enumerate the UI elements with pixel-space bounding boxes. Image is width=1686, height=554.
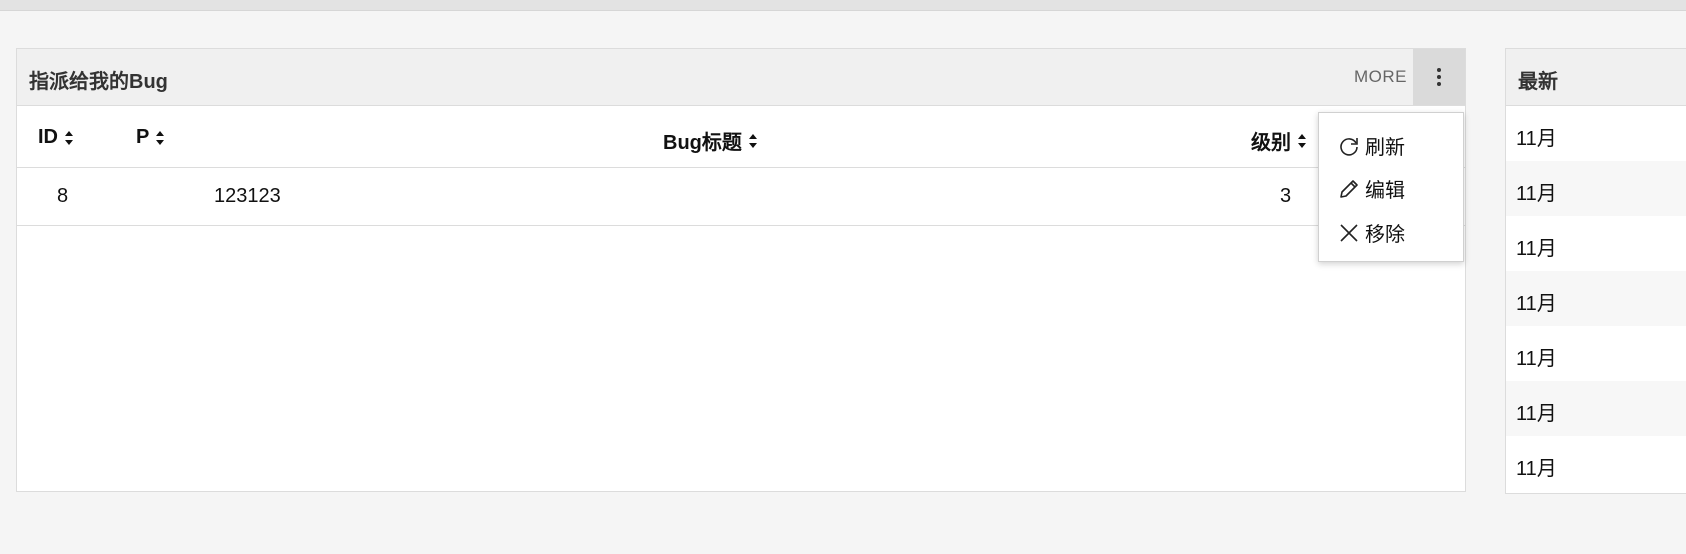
menu-item-label: 移除 <box>1365 224 1405 246</box>
sort-icon <box>156 130 165 145</box>
list-item-date: 11月 <box>1516 458 1557 480</box>
column-header-label: ID <box>38 126 58 148</box>
table-row[interactable]: 8 123123 3 <box>17 168 1465 226</box>
sort-icon <box>1298 133 1306 148</box>
list-item[interactable]: 11月 <box>1506 106 1686 161</box>
panel-header: 指派给我的Bug MORE <box>17 49 1465 106</box>
kebab-menu-icon <box>1437 68 1441 86</box>
table-header: ID P Bug标题 级别 <box>17 106 1465 168</box>
list-item[interactable]: 11月 <box>1506 436 1686 491</box>
list-item-date: 11月 <box>1516 348 1557 370</box>
column-header-priority[interactable]: P <box>136 126 165 149</box>
sort-icon <box>748 133 757 148</box>
latest-panel: 最新 11月 11月 11月 11月 11月 11月 11月 <box>1505 48 1686 494</box>
column-header-label: P <box>136 126 150 148</box>
assigned-bugs-panel: 指派给我的Bug MORE ID P Bug标题 级别 8 123123 3 <box>16 48 1466 492</box>
sort-icon <box>65 130 73 145</box>
list-item[interactable]: 11月 <box>1506 326 1686 381</box>
close-icon <box>1337 221 1361 245</box>
panel-header: 最新 <box>1506 49 1686 106</box>
panel-title: 最新 <box>1518 71 1558 93</box>
list-item-date: 11月 <box>1516 238 1557 260</box>
top-bar <box>0 0 1686 11</box>
cell-level: 3 <box>1280 185 1292 207</box>
list-item-date: 11月 <box>1516 128 1557 150</box>
column-header-level[interactable]: 级别 <box>1251 126 1307 155</box>
menu-item-edit[interactable]: 编辑 <box>1337 174 1405 203</box>
refresh-icon <box>1337 134 1361 158</box>
menu-item-remove[interactable]: 移除 <box>1337 218 1405 247</box>
column-header-id[interactable]: ID <box>38 126 74 149</box>
list-item-date: 11月 <box>1516 293 1557 315</box>
cell-id: 8 <box>57 185 69 207</box>
list-item-date: 11月 <box>1516 403 1557 425</box>
pencil-icon <box>1337 177 1361 201</box>
cell-bug-title[interactable]: 123123 <box>214 185 281 208</box>
list-item[interactable]: 11月 <box>1506 271 1686 326</box>
column-header-bug-title[interactable]: Bug标题 <box>663 126 758 155</box>
list-item[interactable]: 11月 <box>1506 381 1686 436</box>
column-header-label: 级别 <box>1251 132 1291 154</box>
menu-item-label: 刷新 <box>1365 137 1405 159</box>
more-link[interactable]: MORE <box>1354 67 1407 87</box>
panel-menu-button[interactable] <box>1413 49 1465 105</box>
menu-item-label: 编辑 <box>1365 180 1405 202</box>
list-item-date: 11月 <box>1516 183 1557 205</box>
panel-dropdown-menu: 刷新 编辑 移除 <box>1318 112 1464 262</box>
menu-item-refresh[interactable]: 刷新 <box>1337 131 1405 160</box>
column-header-label: Bug标题 <box>663 132 742 154</box>
panel-title: 指派给我的Bug <box>29 71 168 93</box>
list-item[interactable]: 11月 <box>1506 216 1686 271</box>
list-item[interactable]: 11月 <box>1506 161 1686 216</box>
